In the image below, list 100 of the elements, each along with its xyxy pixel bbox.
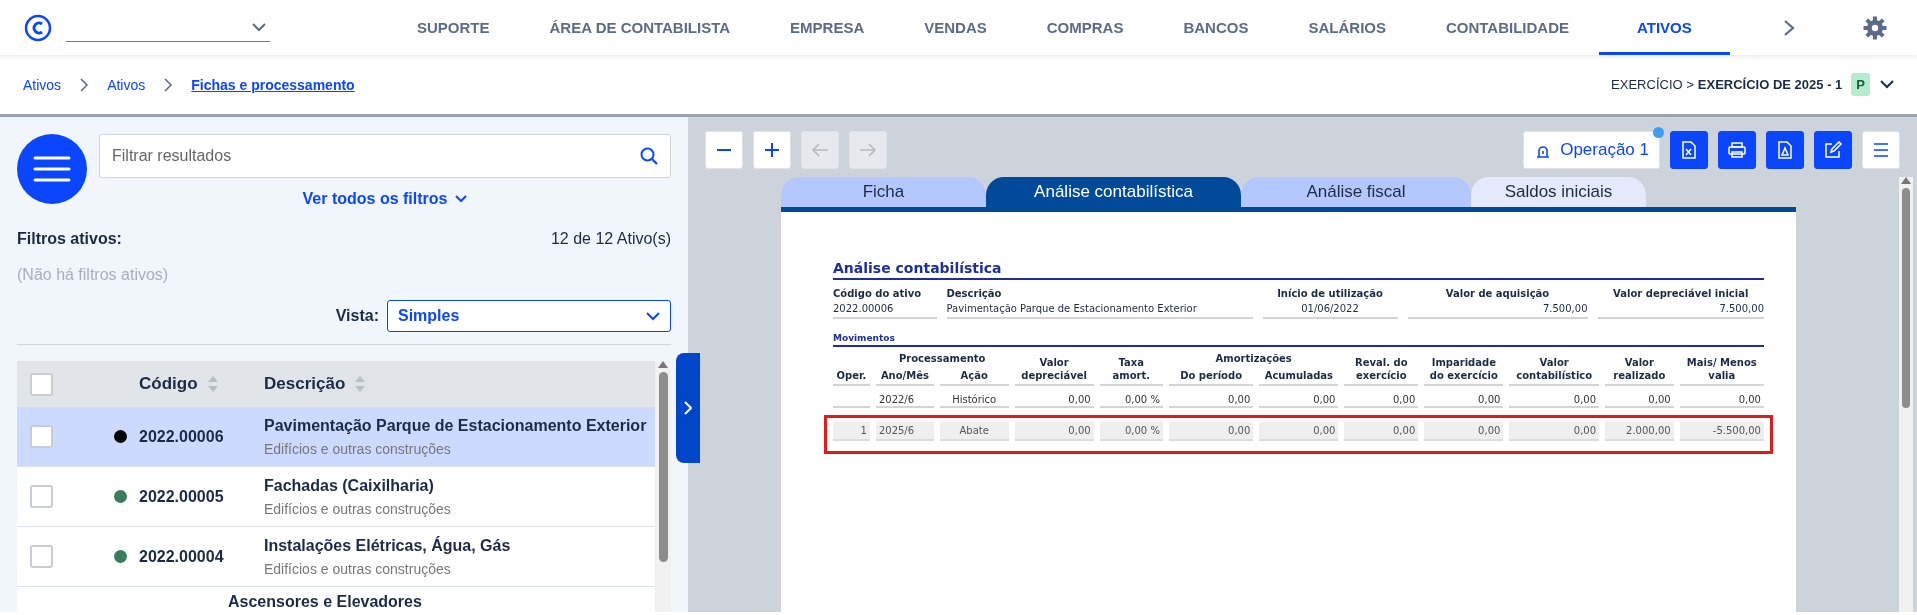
table-field: 0,00	[1344, 422, 1419, 441]
nav-tab[interactable]: CONTABILIDADE	[1416, 0, 1600, 55]
breadcrumb-link[interactable]: Fichas e processamento	[191, 76, 355, 93]
exercise-value: EXERCÍCIO DE 2025 - 1	[1697, 77, 1843, 92]
field-label: Código do ativo	[833, 288, 923, 299]
edit-button[interactable]	[1814, 131, 1852, 169]
chevron-down-icon	[646, 311, 660, 321]
table-cell: 0,00	[1259, 393, 1339, 408]
column-header: Do período	[1168, 369, 1254, 386]
scroll-up-icon	[1901, 177, 1911, 184]
nav-tab[interactable]: SUPORTE	[387, 0, 520, 55]
logo-icon	[24, 13, 52, 42]
table-field: 0,00 %	[1099, 422, 1163, 441]
table-field: Abate	[939, 422, 1009, 441]
collapse-handle[interactable]	[676, 353, 700, 463]
chevron-right-icon	[79, 77, 90, 92]
table-field: 0,00	[1014, 422, 1094, 441]
table-field: -5.500,00	[1679, 422, 1764, 441]
field-value: Pavimentação Parque de Estacionamento Exterior	[946, 303, 1253, 319]
asset-description: Ascensores e Elevadores	[228, 593, 422, 611]
column-header: Oper.	[833, 369, 870, 386]
pdf-export-button[interactable]	[1766, 131, 1804, 169]
chevron-right-icon	[684, 401, 692, 415]
column-header: Ano/Mês	[875, 369, 934, 386]
nav-tab[interactable]: BANCOS	[1153, 0, 1279, 55]
column-header: Ação	[939, 369, 1009, 386]
field-label: Valor de aquisição	[1444, 288, 1551, 299]
pdf-file-icon	[1777, 141, 1793, 159]
field-value: 01/06/2022	[1262, 303, 1398, 319]
asset-description: Fachadas (Caixilharia)	[264, 476, 435, 495]
asset-code: 2022.00004	[139, 547, 224, 565]
menu-button[interactable]	[1862, 131, 1900, 169]
excel-export-button[interactable]	[1670, 131, 1708, 169]
scrollbar[interactable]	[1899, 177, 1913, 612]
document-tab[interactable]: Ficha	[781, 177, 986, 207]
table-field: 2025/6	[875, 422, 934, 441]
table-field: 0,00	[1259, 422, 1339, 441]
asset-description: Instalações Elétricas, Água, Gás	[264, 536, 511, 555]
document-tab[interactable]: Análise fiscal	[1241, 177, 1471, 207]
field-label: Início de utilização	[1276, 288, 1384, 299]
checkbox[interactable]	[30, 425, 53, 448]
spreadsheet-file-icon	[1681, 141, 1697, 159]
table-field: 0,00	[1509, 422, 1600, 441]
asset-code: 2022.00005	[139, 487, 224, 505]
checkbox[interactable]	[30, 545, 53, 568]
asset-code: 2022.00006	[139, 427, 224, 445]
no-filters-text: (Não há filtros ativos)	[17, 266, 170, 284]
menu-icon	[1873, 143, 1889, 157]
column-header: Imparidade do exercício	[1424, 357, 1504, 386]
document-tab[interactable]: Análise contabilística	[986, 177, 1241, 207]
active-filters-label: Filtros ativos:	[17, 230, 122, 248]
plus-icon	[764, 142, 780, 158]
asset-category: Edifícios e outras construções	[264, 500, 451, 517]
settings-icon[interactable]	[1863, 15, 1887, 40]
view-select[interactable]: Simples	[387, 300, 671, 332]
table-field: 0,00	[1424, 422, 1504, 441]
scrollbar[interactable]	[655, 361, 671, 612]
result-count: 12 de 12 Ativo(s)	[550, 230, 671, 248]
nav-tab[interactable]: EMPRESA	[760, 0, 895, 55]
print-button[interactable]	[1718, 131, 1756, 169]
nav-tab[interactable]: VENDAS	[894, 0, 1017, 55]
pencil-icon	[1824, 141, 1842, 159]
breadcrumb-link[interactable]: Ativos	[107, 76, 146, 93]
table-cell: 0,00	[1424, 393, 1504, 408]
field-value: 7.500,00	[1597, 303, 1764, 319]
column-header: Mais/ Menos valia	[1679, 357, 1764, 386]
checkbox[interactable]	[30, 485, 53, 508]
table-row[interactable]: 2022.00006 Pavimentação Parque de Estacionamento Exterior Edifícios e outras construções	[17, 407, 655, 467]
column-header[interactable]: Descrição	[264, 374, 346, 394]
table-cell: Histórico	[939, 393, 1009, 408]
nav-tab[interactable]: SALÁRIOS	[1278, 0, 1416, 55]
breadcrumb-link[interactable]: Ativos	[23, 76, 62, 93]
search-field[interactable]: Filtrar resultados	[99, 134, 671, 178]
table-field: 1	[833, 422, 870, 441]
nav-tab[interactable]: ÁREA DE CONTABILISTA	[519, 0, 761, 55]
table-cell: 0,00	[1168, 393, 1254, 408]
table-cell: 0,00	[1605, 393, 1674, 408]
exercise-label: EXERCÍCIO >	[1611, 77, 1694, 92]
chevron-down-icon	[455, 195, 468, 203]
table-cell: 0,00	[1509, 393, 1600, 408]
zoom-in-button[interactable]	[753, 131, 791, 169]
filters-link[interactable]: Ver todos os filtros	[302, 190, 468, 208]
status-badge: P	[1851, 73, 1870, 96]
column-header: Taxa amort.	[1099, 357, 1163, 386]
chevron-down-icon[interactable]	[1880, 79, 1894, 90]
field-value: 2022.00006	[833, 303, 937, 319]
chevron-down-icon	[252, 22, 266, 32]
table-field: 0,00	[1168, 422, 1254, 441]
checkbox[interactable]	[30, 372, 53, 396]
column-header[interactable]: Código	[139, 374, 198, 394]
nav-tab[interactable]: COMPRAS	[1016, 0, 1154, 55]
table-cell: 2022/6	[875, 393, 934, 408]
table-cell: 0,00 %	[1099, 393, 1163, 408]
search-icon	[640, 147, 658, 165]
column-header: Reval. do exercício	[1344, 357, 1419, 386]
chevron-right-icon	[163, 77, 174, 92]
field-label: Descrição	[946, 288, 1003, 299]
document-tab[interactable]: Saldos iniciais	[1471, 177, 1646, 207]
table-cell: 0,00	[1679, 393, 1764, 408]
section-title: Movimentos	[833, 333, 1764, 347]
